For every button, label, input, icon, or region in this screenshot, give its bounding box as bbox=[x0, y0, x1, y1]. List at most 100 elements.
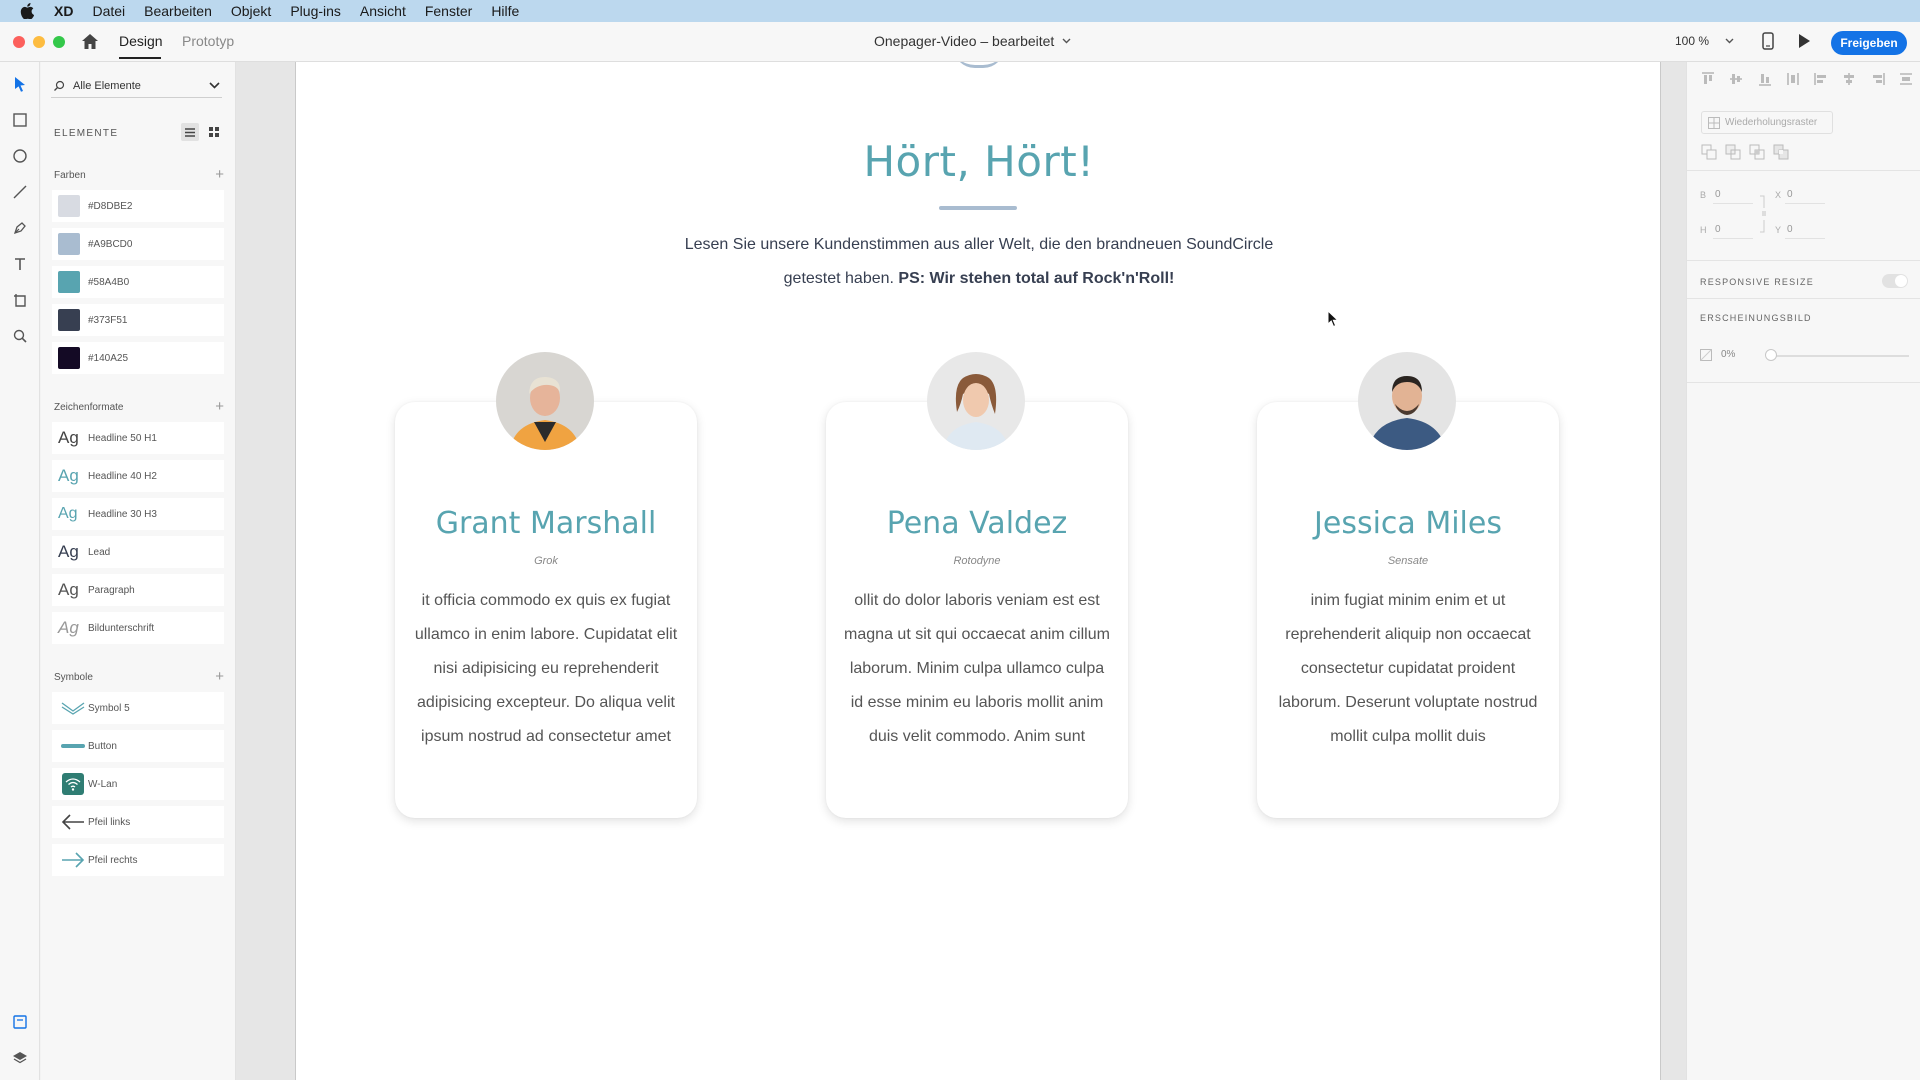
distribute-vertical-icon[interactable] bbox=[1786, 72, 1800, 91]
align-bottom-icon[interactable] bbox=[1758, 72, 1772, 91]
text-tool-icon[interactable] bbox=[10, 254, 30, 274]
color-asset-row[interactable]: #D8DBE2 bbox=[52, 190, 224, 222]
avatar bbox=[927, 352, 1025, 450]
x-label: X bbox=[1775, 190, 1782, 200]
align-middle-icon[interactable] bbox=[1729, 72, 1743, 91]
symbol-asset-row[interactable]: Pfeil rechts bbox=[52, 844, 224, 876]
align-top-icon[interactable] bbox=[1701, 72, 1715, 91]
window-minimize-button[interactable] bbox=[33, 36, 45, 48]
artboard-tool-icon[interactable] bbox=[10, 290, 30, 310]
testimonial-card[interactable]: Grant Marshall Grok it officia commodo e… bbox=[395, 352, 697, 818]
testimonial-card[interactable]: Jessica Miles Sensate inim fugiat minim … bbox=[1257, 352, 1559, 818]
boolean-subtract-icon[interactable] bbox=[1725, 144, 1741, 165]
headline-divider[interactable] bbox=[939, 206, 1017, 210]
zoom-tool-icon[interactable] bbox=[10, 326, 30, 346]
line-tool-icon[interactable] bbox=[10, 182, 30, 202]
color-asset-row[interactable]: #58A4B0 bbox=[52, 266, 224, 298]
document-title[interactable]: Onepager-Video – bearbeitet bbox=[874, 33, 1071, 49]
canvas[interactable]: Hört, Hört! Lesen Sie unsere Kundenstimm… bbox=[236, 62, 1686, 1080]
window-zoom-button[interactable] bbox=[53, 36, 65, 48]
opacity-slider-track[interactable] bbox=[1767, 355, 1909, 357]
menu-app-xd[interactable]: XD bbox=[54, 3, 73, 19]
wifi-icon bbox=[58, 773, 88, 795]
tab-design[interactable]: Design bbox=[119, 33, 163, 49]
symbol-asset-row[interactable]: Symbol 5 bbox=[52, 692, 224, 724]
add-charstyle-icon[interactable]: + bbox=[215, 399, 224, 414]
width-field[interactable]: 0 bbox=[1715, 189, 1721, 200]
section-headline[interactable]: Hört, Hört! bbox=[296, 137, 1662, 186]
align-right-icon[interactable] bbox=[1871, 72, 1885, 91]
charstyle-asset-row[interactable]: Ag Headline 40 H2 bbox=[52, 460, 224, 492]
charstyle-sample: Ag bbox=[58, 542, 79, 561]
menu-datei[interactable]: Datei bbox=[92, 3, 125, 19]
testimonial-card[interactable]: Pena Valdez Rotodyne ollit do dolor labo… bbox=[826, 352, 1128, 818]
select-tool-icon[interactable] bbox=[10, 74, 30, 94]
align-left-icon[interactable] bbox=[1814, 72, 1828, 91]
grid-view-button[interactable] bbox=[205, 123, 223, 141]
opacity-field[interactable]: 0% bbox=[1721, 349, 1735, 360]
tab-prototype[interactable]: Prototyp bbox=[182, 33, 234, 49]
symbol-asset-row[interactable]: Button bbox=[52, 730, 224, 762]
device-preview-icon[interactable] bbox=[1762, 32, 1774, 55]
ellipse-tool-icon[interactable] bbox=[10, 146, 30, 166]
menu-plugins[interactable]: Plug-ins bbox=[290, 3, 341, 19]
boolean-intersect-icon[interactable] bbox=[1749, 144, 1765, 165]
menu-hilfe[interactable]: Hilfe bbox=[491, 3, 519, 19]
avatar bbox=[1358, 352, 1456, 450]
card-company: Sensate bbox=[1387, 555, 1429, 567]
symbol-asset-row[interactable]: Pfeil links bbox=[52, 806, 224, 838]
x-field[interactable]: 0 bbox=[1787, 189, 1793, 200]
charstyles-section-heading: Zeichenformate + bbox=[54, 399, 224, 414]
symbol-label: Button bbox=[88, 740, 117, 752]
boolean-add-icon[interactable] bbox=[1701, 144, 1717, 165]
home-icon[interactable] bbox=[80, 32, 100, 52]
card-name: Grant Marshall bbox=[435, 506, 657, 541]
charstyle-label: Headline 50 H1 bbox=[88, 432, 157, 444]
menu-bearbeiten[interactable]: Bearbeiten bbox=[144, 3, 212, 19]
repeat-grid-button[interactable]: Wiederholungsraster bbox=[1701, 111, 1833, 134]
boolean-exclude-icon[interactable] bbox=[1773, 144, 1789, 165]
symbol-asset-row[interactable]: W-Lan bbox=[52, 768, 224, 800]
pen-tool-icon[interactable] bbox=[10, 218, 30, 238]
menu-ansicht[interactable]: Ansicht bbox=[360, 3, 406, 19]
assets-panel-icon[interactable] bbox=[10, 1012, 30, 1032]
color-swatch bbox=[58, 233, 80, 255]
opacity-slider-knob[interactable] bbox=[1765, 349, 1777, 361]
lead-paragraph[interactable]: Lesen Sie unsere Kundenstimmen aus aller… bbox=[679, 228, 1279, 296]
rectangle-tool-icon[interactable] bbox=[10, 110, 30, 130]
menu-fenster[interactable]: Fenster bbox=[425, 3, 472, 19]
artboard[interactable]: Hört, Hört! Lesen Sie unsere Kundenstimm… bbox=[295, 62, 1661, 1080]
add-symbol-icon[interactable]: + bbox=[215, 669, 224, 684]
zoom-select[interactable]: 100 % bbox=[1675, 34, 1734, 48]
color-asset-row[interactable]: #373F51 bbox=[52, 304, 224, 336]
layers-icon[interactable] bbox=[10, 1048, 30, 1068]
assets-filter-select[interactable]: Alle Elemente bbox=[51, 74, 222, 98]
play-icon[interactable] bbox=[1797, 33, 1811, 54]
menu-objekt[interactable]: Objekt bbox=[231, 3, 271, 19]
charstyle-asset-row[interactable]: Ag Bildunterschrift bbox=[52, 612, 224, 644]
add-color-icon[interactable]: + bbox=[215, 167, 224, 182]
card-company: Rotodyne bbox=[953, 555, 1001, 567]
align-center-icon[interactable] bbox=[1842, 72, 1856, 91]
symbol-label: Pfeil links bbox=[88, 816, 131, 828]
y-field[interactable]: 0 bbox=[1787, 224, 1793, 235]
share-button[interactable]: Freigeben bbox=[1831, 31, 1907, 55]
tool-bar bbox=[0, 62, 40, 1080]
height-field[interactable]: 0 bbox=[1715, 224, 1721, 235]
color-asset-row[interactable]: #A9BCD0 bbox=[52, 228, 224, 260]
color-asset-row[interactable]: #140A25 bbox=[52, 342, 224, 374]
window-close-button[interactable] bbox=[13, 36, 25, 48]
color-swatch bbox=[58, 347, 80, 369]
charstyle-asset-row[interactable]: Ag Lead bbox=[52, 536, 224, 568]
symbols-section-heading: Symbole + bbox=[54, 669, 224, 684]
responsive-resize-toggle[interactable] bbox=[1882, 274, 1908, 288]
charstyle-asset-row[interactable]: Ag Headline 50 H1 bbox=[52, 422, 224, 454]
charstyle-asset-row[interactable]: Ag Paragraph bbox=[52, 574, 224, 606]
charstyle-asset-row[interactable]: Ag Headline 30 H3 bbox=[52, 498, 224, 530]
lock-aspect-icon[interactable] bbox=[1759, 194, 1769, 234]
charstyle-sample: Ag bbox=[58, 505, 78, 522]
apple-icon[interactable] bbox=[20, 3, 38, 19]
list-icon bbox=[185, 127, 195, 137]
list-view-button[interactable] bbox=[181, 123, 199, 141]
distribute-horizontal-icon[interactable] bbox=[1899, 72, 1913, 91]
